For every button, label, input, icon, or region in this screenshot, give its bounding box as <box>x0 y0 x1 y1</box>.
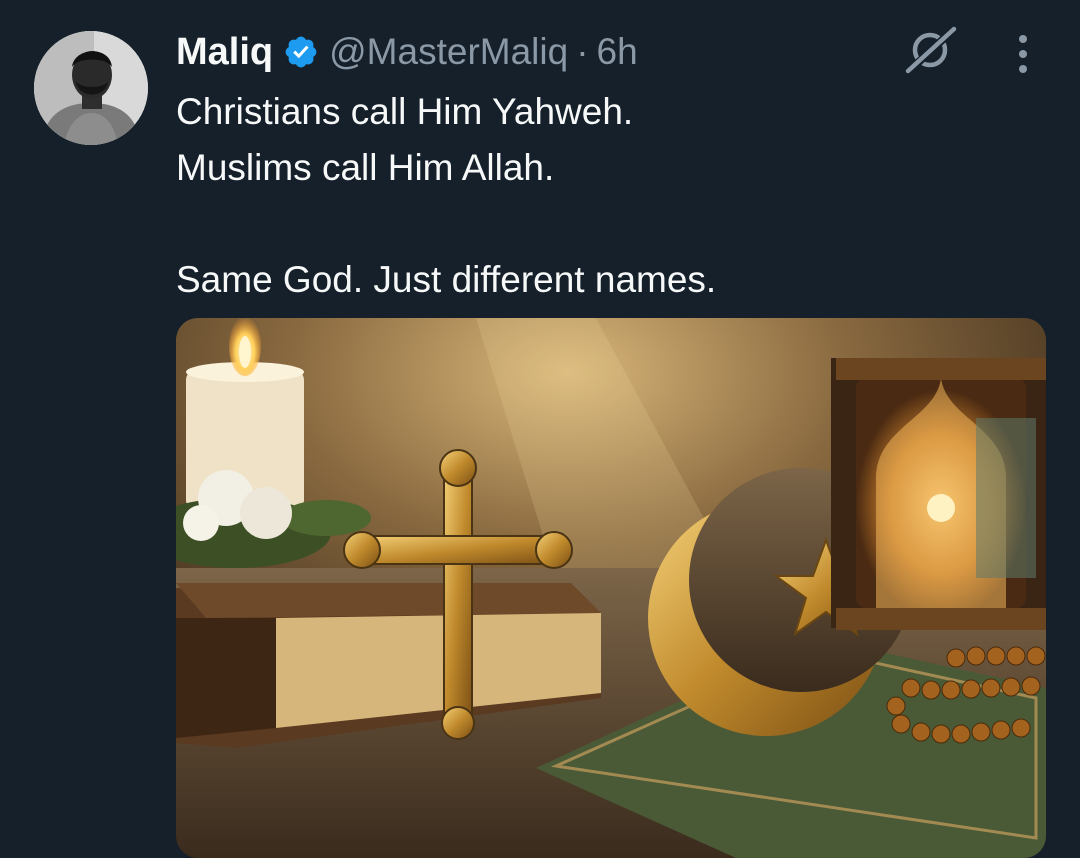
tweet-text-line: Muslims call Him Allah. <box>176 147 555 188</box>
tweet-header: Maliq @MasterMaliq · 6h <box>176 24 638 80</box>
interfaith-photo <box>176 318 1046 858</box>
separator-dot: · <box>576 31 589 72</box>
tweet-timestamp[interactable]: 6h <box>597 31 638 73</box>
tweet[interactable]: Maliq @MasterMaliq · 6h Christians call … <box>0 0 1080 858</box>
avatar-photo <box>34 31 148 145</box>
tweet-text: Christians call Him Yahweh. Muslims call… <box>176 84 716 308</box>
tweet-media-image[interactable] <box>176 318 1046 858</box>
grok-icon[interactable] <box>902 25 958 75</box>
tweet-text-line: Christians call Him Yahweh. <box>176 91 634 132</box>
avatar[interactable] <box>34 31 148 145</box>
author-handle[interactable]: @MasterMaliq <box>329 31 568 73</box>
tweet-text-line: Same God. Just different names. <box>176 259 717 300</box>
more-vertical-icon[interactable] <box>1010 32 1036 76</box>
author-name[interactable]: Maliq <box>176 31 273 74</box>
verified-badge-icon <box>285 36 317 68</box>
